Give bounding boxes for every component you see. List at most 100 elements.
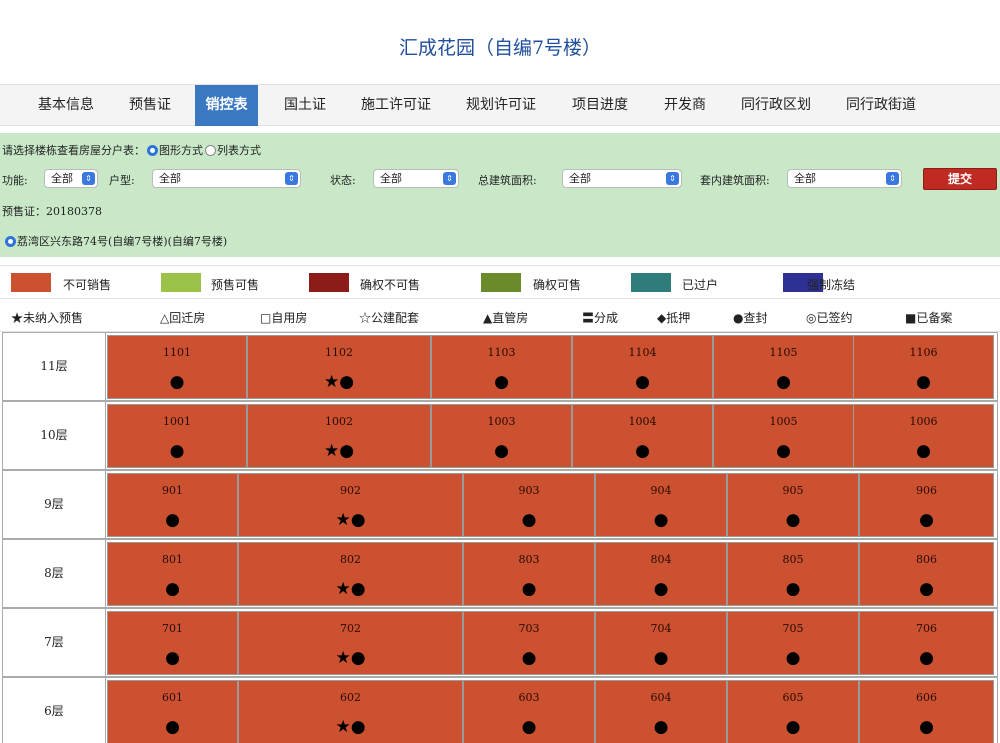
unit-cell[interactable]: 1103 ● (431, 335, 572, 399)
inner-area-select-value: 全部 (794, 172, 816, 185)
floor-row: 8层 801 ● 802 ★● 803 ● 804 ● 805 ● 806 ● (2, 539, 998, 608)
unit-cell[interactable]: 1104 ● (572, 335, 713, 399)
unit-cell[interactable]: 1003 ● (431, 404, 572, 468)
radio-graphic[interactable] (147, 145, 158, 156)
unit-number: 1103 (487, 346, 516, 359)
unit-cell[interactable]: 1004 ● (572, 404, 713, 468)
unit-cell[interactable]: 806 ● (859, 542, 994, 606)
inner-area-label: 套内建筑面积: (700, 174, 770, 187)
view-mode-prompt: 请选择楼栋查看房屋分户表： (2, 144, 145, 157)
floor-label: 9层 (3, 471, 106, 538)
unit-status-mark: ● (916, 441, 931, 461)
submit-button[interactable]: 提交 (923, 168, 997, 190)
unit-cell[interactable]: 1105 ● (713, 335, 854, 399)
unit-cell[interactable]: 703 ● (463, 611, 595, 675)
floor-label: 7层 (3, 609, 106, 676)
unit-cell[interactable]: 602 ★● (238, 680, 463, 743)
unit-cell[interactable]: 603 ● (463, 680, 595, 743)
mark-legend-item: 〓分成 (582, 311, 619, 325)
unit-status-mark: ● (165, 510, 180, 530)
unit-number: 804 (650, 553, 672, 566)
unit-status-mark: ● (919, 579, 934, 599)
inner-area-select[interactable]: 全部 ⇕ (787, 169, 902, 188)
mark-legend-item: ●查封 (733, 311, 768, 325)
tab-construction-permit[interactable]: 施工许可证 (361, 85, 431, 126)
tab-presale-cert[interactable]: 预售证 (129, 85, 171, 126)
unit-cell[interactable]: 1102 ★● (247, 335, 431, 399)
tab-developer[interactable]: 开发商 (664, 85, 706, 126)
unit-status-mark: ● (785, 579, 801, 599)
unit-status-mark: ● (919, 648, 934, 668)
tab-project-progress[interactable]: 项目进度 (572, 85, 628, 126)
unit-cell[interactable]: 1101 ● (107, 335, 247, 399)
mark-legend-item: □自用房 (260, 311, 308, 325)
unit-cell[interactable]: 802 ★● (238, 542, 463, 606)
radio-list-label[interactable]: 列表方式 (217, 144, 261, 157)
tab-basic-info[interactable]: 基本信息 (38, 85, 94, 126)
building-label[interactable]: 荔湾区兴东路74号(自编7号楼)(自编7号楼) (17, 235, 227, 248)
unit-cell[interactable]: 803 ● (463, 542, 595, 606)
unit-cell[interactable]: 706 ● (859, 611, 994, 675)
radio-graphic-label[interactable]: 图形方式 (159, 144, 203, 157)
legend-label: 确权不可售 (360, 278, 421, 292)
unit-number: 901 (162, 484, 183, 497)
unit-number: 704 (650, 622, 672, 635)
unit-number: 702 (340, 622, 361, 635)
unit-cell[interactable]: 906 ● (859, 473, 994, 537)
building-row: 荔湾区兴东路74号(自编7号楼)(自编7号楼) (2, 233, 227, 249)
tab-bar: 基本信息 预售证 销控表 国土证 施工许可证 规划许可证 项目进度 开发商 同行… (0, 84, 1000, 126)
type-select[interactable]: 全部 ⇕ (152, 169, 301, 188)
legend-label: 已过户 (682, 278, 719, 292)
tab-same-street[interactable]: 同行政街道 (846, 85, 916, 126)
unit-cell[interactable]: 604 ● (595, 680, 727, 743)
unit-cell[interactable]: 902 ★● (238, 473, 463, 537)
chevron-updown-icon: ⇕ (285, 172, 298, 185)
tab-sales-control[interactable]: 销控表 (195, 85, 258, 126)
mark-legend-item: ★未纳入预售 (11, 311, 84, 325)
unit-cell[interactable]: 704 ● (595, 611, 727, 675)
radio-building[interactable] (5, 236, 16, 247)
radio-list[interactable] (205, 145, 216, 156)
status-select[interactable]: 全部 ⇕ (373, 169, 459, 188)
unit-number: 601 (162, 691, 183, 704)
unit-cell[interactable]: 904 ● (595, 473, 727, 537)
unit-cell[interactable]: 905 ● (727, 473, 859, 537)
unit-cell[interactable]: 903 ● (463, 473, 595, 537)
unit-cell[interactable]: 1001 ● (107, 404, 247, 468)
mark-legend-item: △回迁房 (160, 311, 206, 325)
unit-status-mark: ● (165, 648, 180, 668)
unit-cell[interactable]: 701 ● (107, 611, 238, 675)
mark-legend-item: ▲直管房 (483, 311, 529, 325)
unit-cell[interactable]: 702 ★● (238, 611, 463, 675)
unit-status-mark: ● (521, 648, 537, 668)
chevron-updown-icon: ⇕ (886, 172, 899, 185)
unit-status-mark: ● (169, 372, 185, 392)
type-select-value: 全部 (159, 172, 181, 185)
unit-cell[interactable]: 1106 ● (853, 335, 994, 399)
unit-cell[interactable]: 901 ● (107, 473, 238, 537)
unit-cell[interactable]: 1002 ★● (247, 404, 431, 468)
unit-cell[interactable]: 1006 ● (853, 404, 994, 468)
unit-cell[interactable]: 1005 ● (713, 404, 854, 468)
unit-cell[interactable]: 601 ● (107, 680, 238, 743)
tab-same-district[interactable]: 同行政区划 (741, 85, 811, 126)
floor-label: 11层 (3, 333, 106, 400)
unit-number: 1104 (628, 346, 657, 359)
unit-cell[interactable]: 801 ● (107, 542, 238, 606)
tab-land-cert[interactable]: 国土证 (284, 85, 326, 126)
unit-cell[interactable]: 804 ● (595, 542, 727, 606)
unit-cell[interactable]: 605 ● (727, 680, 859, 743)
unit-number: 803 (518, 553, 540, 566)
status-select-value: 全部 (380, 172, 402, 185)
total-area-select[interactable]: 全部 ⇕ (562, 169, 682, 188)
unit-number: 602 (340, 691, 361, 704)
floor-row: 9层 901 ● 902 ★● 903 ● 904 ● 905 ● 906 ● (2, 470, 998, 539)
status-label: 状态: (330, 174, 356, 187)
floor-row: 11层 1101 ● 1102 ★● 1103 ● 1104 ● 1105 ● 1106 ● (2, 332, 998, 401)
tab-planning-permit[interactable]: 规划许可证 (466, 85, 536, 126)
unit-cell[interactable]: 705 ● (727, 611, 859, 675)
unit-cell[interactable]: 805 ● (727, 542, 859, 606)
unit-status-mark: ★● (335, 510, 366, 530)
function-select[interactable]: 全部 ⇕ (44, 169, 98, 188)
unit-cell[interactable]: 606 ● (859, 680, 994, 743)
